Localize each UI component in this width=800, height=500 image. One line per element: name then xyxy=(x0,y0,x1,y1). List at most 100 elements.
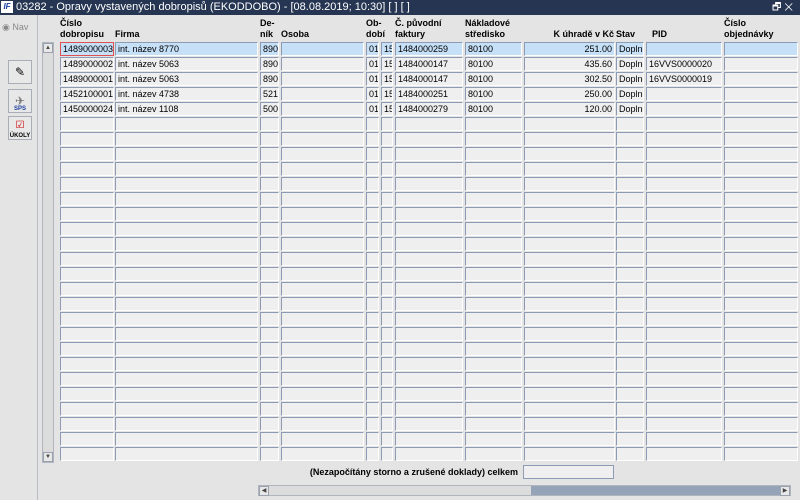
cell-osoba[interactable] xyxy=(281,297,364,311)
cell-osoba[interactable] xyxy=(281,162,364,176)
cell-faktura[interactable] xyxy=(395,432,463,446)
cell-objednavka[interactable] xyxy=(724,192,798,206)
cell-denik[interactable] xyxy=(260,162,279,176)
cell-stredisko[interactable] xyxy=(465,432,522,446)
cell-obdobi2[interactable] xyxy=(381,372,393,386)
cell-obdobi[interactable] xyxy=(366,327,379,341)
cell-obdobi[interactable] xyxy=(366,417,379,431)
cell-uhrada[interactable] xyxy=(524,327,615,341)
cell-uhrada[interactable] xyxy=(524,132,615,146)
cell-objednavka[interactable] xyxy=(724,207,798,221)
cell-pid[interactable] xyxy=(646,177,722,191)
cell-stav[interactable] xyxy=(616,192,644,206)
cell-osoba[interactable] xyxy=(281,102,364,116)
cell-stav[interactable] xyxy=(616,297,644,311)
cell-pid[interactable] xyxy=(646,192,722,206)
cell-denik[interactable] xyxy=(260,117,279,131)
cell-pid[interactable] xyxy=(646,342,722,356)
cell-uhrada[interactable] xyxy=(524,192,615,206)
cell-denik[interactable] xyxy=(260,267,279,281)
cell-pid[interactable] xyxy=(646,297,722,311)
cell-stredisko[interactable]: 80100 xyxy=(465,57,522,71)
cell-faktura[interactable] xyxy=(395,132,463,146)
cell-cislo[interactable] xyxy=(60,372,114,386)
cell-obdobi[interactable] xyxy=(366,117,379,131)
cell-stredisko[interactable] xyxy=(465,297,522,311)
cell-objednavka[interactable] xyxy=(724,312,798,326)
cell-faktura[interactable] xyxy=(395,207,463,221)
cell-osoba[interactable] xyxy=(281,447,364,461)
cell-faktura[interactable] xyxy=(395,387,463,401)
cell-cislo[interactable] xyxy=(60,282,114,296)
scroll-up-icon[interactable]: ▲ xyxy=(43,43,53,53)
cell-osoba[interactable] xyxy=(281,177,364,191)
cell-obdobi[interactable] xyxy=(366,342,379,356)
cell-pid[interactable] xyxy=(646,132,722,146)
cell-stredisko[interactable] xyxy=(465,237,522,251)
cell-cislo[interactable]: 1452100001 xyxy=(60,87,114,101)
cell-firma[interactable] xyxy=(115,117,258,131)
cell-osoba[interactable] xyxy=(281,387,364,401)
cell-osoba[interactable] xyxy=(281,42,364,56)
cell-pid[interactable] xyxy=(646,102,722,116)
cell-obdobi2[interactable] xyxy=(381,162,393,176)
cell-uhrada[interactable] xyxy=(524,282,615,296)
cell-obdobi[interactable] xyxy=(366,132,379,146)
cell-obdobi[interactable] xyxy=(366,237,379,251)
cell-firma[interactable] xyxy=(115,342,258,356)
cell-stredisko[interactable] xyxy=(465,117,522,131)
cell-faktura[interactable] xyxy=(395,147,463,161)
cell-pid[interactable] xyxy=(646,87,722,101)
scroll-left-icon[interactable]: ◀ xyxy=(259,486,269,496)
scroll-right-icon[interactable]: ▶ xyxy=(780,486,790,496)
cell-obdobi2[interactable]: 15 xyxy=(381,87,393,101)
cell-pid[interactable] xyxy=(646,162,722,176)
horizontal-scrollbar[interactable]: ◀ ▶ xyxy=(258,485,791,496)
cell-firma[interactable] xyxy=(115,222,258,236)
cell-pid[interactable] xyxy=(646,252,722,266)
cell-stredisko[interactable] xyxy=(465,177,522,191)
cell-obdobi2[interactable]: 15 xyxy=(381,102,393,116)
cell-denik[interactable] xyxy=(260,402,279,416)
cell-uhrada[interactable]: 250.00 xyxy=(524,87,615,101)
cell-firma[interactable] xyxy=(115,177,258,191)
cell-pid[interactable] xyxy=(646,372,722,386)
cell-pid[interactable] xyxy=(646,207,722,221)
cell-pid[interactable] xyxy=(646,147,722,161)
cell-pid[interactable] xyxy=(646,237,722,251)
cell-osoba[interactable] xyxy=(281,282,364,296)
cell-obdobi[interactable] xyxy=(366,282,379,296)
cell-osoba[interactable] xyxy=(281,57,364,71)
cell-firma[interactable] xyxy=(115,132,258,146)
scroll-thumb[interactable] xyxy=(269,486,531,495)
cell-uhrada[interactable] xyxy=(524,147,615,161)
cell-stredisko[interactable] xyxy=(465,372,522,386)
cell-faktura[interactable] xyxy=(395,267,463,281)
cell-denik[interactable]: 890 xyxy=(260,57,279,71)
cell-objednavka[interactable] xyxy=(724,57,798,71)
cell-cislo[interactable] xyxy=(60,297,114,311)
cell-obdobi2[interactable] xyxy=(381,342,393,356)
cell-stav[interactable] xyxy=(616,402,644,416)
cell-stav[interactable]: Doplně xyxy=(616,42,644,56)
cell-faktura[interactable] xyxy=(395,282,463,296)
cell-obdobi[interactable] xyxy=(366,357,379,371)
cell-stav[interactable]: Doplně xyxy=(616,57,644,71)
cell-stav[interactable] xyxy=(616,312,644,326)
cell-obdobi[interactable]: 01 xyxy=(366,57,379,71)
cell-firma[interactable] xyxy=(115,312,258,326)
cell-osoba[interactable] xyxy=(281,357,364,371)
cell-faktura[interactable] xyxy=(395,372,463,386)
cell-uhrada[interactable] xyxy=(524,222,615,236)
cell-stredisko[interactable] xyxy=(465,402,522,416)
sps-button[interactable]: ✈ SPS xyxy=(8,89,32,113)
cell-uhrada[interactable] xyxy=(524,372,615,386)
cell-cislo[interactable] xyxy=(60,132,114,146)
cell-firma[interactable] xyxy=(115,372,258,386)
cell-obdobi2[interactable] xyxy=(381,192,393,206)
cell-obdobi2[interactable] xyxy=(381,132,393,146)
cell-cislo[interactable]: 1489000001 xyxy=(60,72,114,86)
ukoly-button[interactable]: ☑ ÚKOLY xyxy=(8,116,32,140)
edit-document-button[interactable]: ✎ xyxy=(8,60,32,84)
cell-obdobi2[interactable] xyxy=(381,357,393,371)
